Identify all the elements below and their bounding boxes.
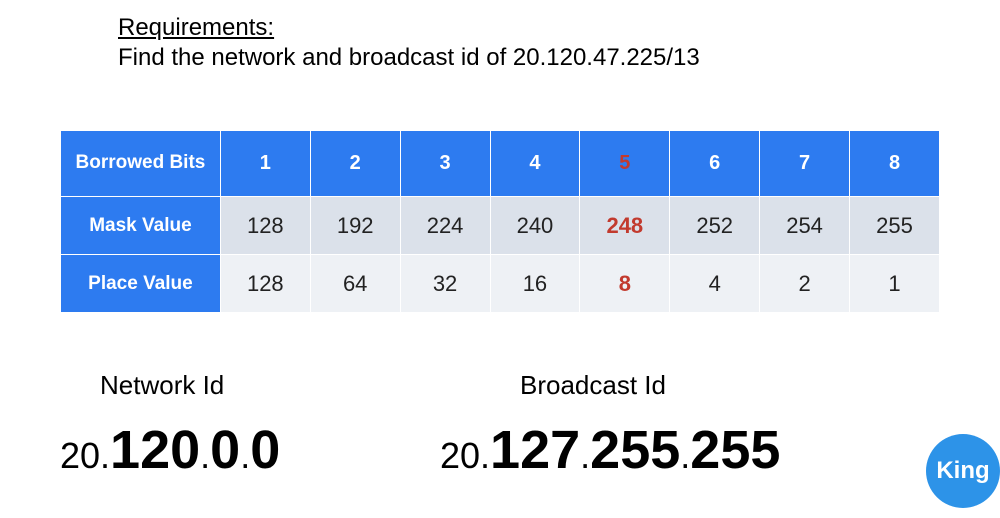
network-octet-3: 0 — [250, 420, 280, 480]
bit-table: Borrowed Bits 1 2 3 4 5 6 7 8 Mask Value… — [60, 130, 940, 313]
table-row-place: Place Value 128 64 32 16 8 4 2 1 — [61, 255, 940, 313]
broadcast-octet-1: 127 — [490, 420, 580, 480]
network-id-block: Network Id 20.120.0.0 — [60, 370, 440, 481]
header-col-4: 4 — [490, 131, 580, 197]
header-col-1: 1 — [220, 131, 310, 197]
header-col-5: 5 — [580, 131, 670, 197]
place-cell-1: 128 — [220, 255, 310, 313]
header-col-3: 3 — [400, 131, 490, 197]
dot: . — [580, 435, 590, 476]
mask-cell-8: 255 — [850, 197, 940, 255]
header-col-6: 6 — [670, 131, 760, 197]
mask-cell-4: 240 — [490, 197, 580, 255]
broadcast-id-block: Broadcast Id 20.127.255.255 — [440, 370, 940, 481]
dot: . — [240, 435, 250, 476]
requirements-body: Find the network and broadcast id of 20.… — [118, 44, 700, 72]
place-cell-6: 4 — [670, 255, 760, 313]
mask-cell-1: 128 — [220, 197, 310, 255]
header-col-2: 2 — [310, 131, 400, 197]
dot: . — [200, 435, 210, 476]
mask-cell-5: 248 — [580, 197, 670, 255]
network-prefix: 20. — [60, 435, 110, 476]
mask-cell-2: 192 — [310, 197, 400, 255]
place-cell-2: 64 — [310, 255, 400, 313]
broadcast-octet-2: 255 — [590, 420, 680, 480]
table-row-mask: Mask Value 128 192 224 240 248 252 254 2… — [61, 197, 940, 255]
king-logo-text: King — [936, 457, 989, 485]
place-cell-5: 8 — [580, 255, 670, 313]
broadcast-prefix: 20. — [440, 435, 490, 476]
place-cell-8: 1 — [850, 255, 940, 313]
network-octet-1: 120 — [110, 420, 200, 480]
network-id-value: 20.120.0.0 — [60, 419, 440, 481]
king-logo: King — [926, 434, 1000, 508]
requirements-title: Requirements: — [118, 14, 700, 42]
place-cell-7: 2 — [760, 255, 850, 313]
requirements-block: Requirements: Find the network and broad… — [118, 14, 700, 72]
results-row: Network Id 20.120.0.0 Broadcast Id 20.12… — [60, 370, 940, 481]
row-label-place: Place Value — [61, 255, 221, 313]
broadcast-id-label: Broadcast Id — [440, 370, 940, 401]
mask-cell-7: 254 — [760, 197, 850, 255]
place-cell-3: 32 — [400, 255, 490, 313]
mask-cell-3: 224 — [400, 197, 490, 255]
broadcast-id-value: 20.127.255.255 — [440, 419, 940, 481]
mask-cell-6: 252 — [670, 197, 760, 255]
dot: . — [680, 435, 690, 476]
header-col-8: 8 — [850, 131, 940, 197]
network-id-label: Network Id — [60, 370, 440, 401]
row-label-mask: Mask Value — [61, 197, 221, 255]
place-cell-4: 16 — [490, 255, 580, 313]
network-octet-2: 0 — [210, 420, 240, 480]
table-header-row: Borrowed Bits 1 2 3 4 5 6 7 8 — [61, 131, 940, 197]
header-col-7: 7 — [760, 131, 850, 197]
broadcast-octet-3: 255 — [690, 420, 780, 480]
header-borrowed-bits: Borrowed Bits — [61, 131, 221, 197]
